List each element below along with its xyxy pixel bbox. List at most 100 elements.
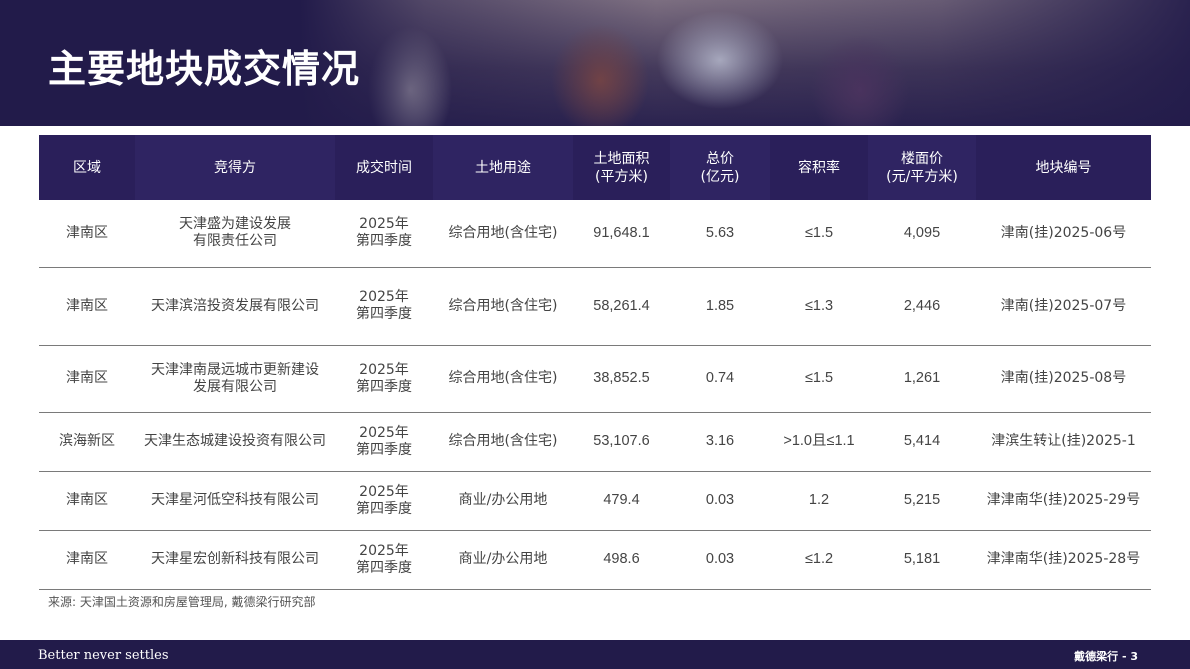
column-header-line: 土地面积 — [593, 150, 650, 167]
column-header: 容积率 — [770, 135, 868, 200]
column-header: 地块编号 — [976, 135, 1151, 200]
footer-slogan: Better never settles — [38, 648, 169, 663]
cell-winner: 天津星河低空科技有限公司 — [135, 471, 335, 531]
cell-line: 第四季度 — [356, 233, 412, 250]
cell-unit-price: 2,446 — [868, 267, 976, 346]
cell-area: 38,852.5 — [573, 345, 670, 413]
cell-area: 58,261.4 — [573, 267, 670, 346]
table-row: 滨海新区 天津生态城建设投资有限公司 2025年 第四季度 综合用地(含住宅) 53,10… — [39, 412, 1151, 472]
cell-area: 91,648.1 — [573, 200, 670, 268]
cell-price: 5.63 — [670, 200, 770, 268]
cell-use: 综合用地(含住宅) — [433, 200, 573, 268]
column-header: 土地面积 (平方米) — [573, 135, 670, 200]
column-header-line: 土地用途 — [475, 159, 531, 176]
column-header-line: 竞得方 — [214, 159, 256, 176]
cell-line: 有限责任公司 — [193, 233, 277, 250]
page-title: 主要地块成交情况 — [48, 47, 361, 91]
cell-line: 天津津南晟远城市更新建设 — [151, 361, 319, 378]
cell-unit-price: 5,181 — [868, 530, 976, 590]
cell-line: 第四季度 — [356, 500, 412, 517]
table-body: 津南区 天津盛为建设发展 有限责任公司 2025年 第四季度 综合用地(含住宅) 91,64… — [39, 200, 1151, 590]
column-header-line: 地块编号 — [1035, 159, 1092, 176]
column-header: 竞得方 — [135, 135, 335, 200]
cell-winner: 天津生态城建设投资有限公司 — [135, 412, 335, 472]
cell-line: 2025年 — [359, 424, 409, 441]
cell-line: 天津滨涪投资发展有限公司 — [151, 297, 319, 314]
cell-line: 天津星宏创新科技有限公司 — [151, 551, 319, 567]
cell-line: 2025年 — [359, 483, 409, 500]
cell-line: 第四季度 — [356, 378, 412, 395]
cell-line: 2025年 — [359, 289, 409, 305]
source-note: 来源: 天津国土资源和房屋管理局, 戴德梁行研究部 — [48, 595, 316, 609]
cell-time: 2025年 第四季度 — [335, 200, 433, 268]
cell-plot-id: 津津南华(挂)2025-29号 — [976, 471, 1151, 531]
cell-time: 2025年 第四季度 — [335, 471, 433, 531]
cell-price: 0.03 — [670, 530, 770, 590]
cell-line: 2025年 — [359, 542, 409, 559]
land-deals-table: 区域 竞得方 成交时间 土地用途 土地面积 (平方米) 总价 (亿元) 容积率 楼面价 (元/平方米… — [39, 135, 1151, 590]
table-row: 津南区 天津星宏创新科技有限公司 2025年 第四季度 商业/办公用地 498.6 0.03… — [39, 530, 1151, 590]
cell-far: ≤1.5 — [770, 345, 868, 413]
cell-time: 2025年 第四季度 — [335, 530, 433, 590]
table-row: 津南区 天津津南晟远城市更新建设 发展有限公司 2025年 第四季度 综合用地(含住宅) 3… — [39, 345, 1151, 413]
cell-winner: 天津津南晟远城市更新建设 发展有限公司 — [135, 345, 335, 413]
cell-district: 滨海新区 — [39, 412, 135, 472]
cell-area: 498.6 — [573, 530, 670, 590]
cell-use: 商业/办公用地 — [433, 471, 573, 531]
cell-winner: 天津星宏创新科技有限公司 — [135, 530, 335, 590]
footer-bar: Better never settles 戴德梁行 - 3 — [0, 640, 1190, 669]
land-deals-table-wrap: 区域 竞得方 成交时间 土地用途 土地面积 (平方米) 总价 (亿元) 容积率 楼面价 (元/平方米… — [39, 135, 1151, 590]
cell-area: 479.4 — [573, 471, 670, 531]
table-row: 津南区 天津星河低空科技有限公司 2025年 第四季度 商业/办公用地 479.4 0.03… — [39, 471, 1151, 531]
cell-time: 2025年 第四季度 — [335, 412, 433, 472]
cell-line: 发展有限公司 — [193, 378, 277, 395]
cell-time: 2025年 第四季度 — [335, 345, 433, 413]
column-header-line: (亿元) — [700, 168, 740, 185]
table-row: 津南区 天津滨涪投资发展有限公司 2025年 第四季度 综合用地(含住宅) 58,261.… — [39, 267, 1151, 346]
cell-unit-price: 5,414 — [868, 412, 976, 472]
cell-line: 天津星河低空科技有限公司 — [151, 492, 319, 508]
cell-line: 天津生态城建设投资有限公司 — [144, 433, 326, 449]
cell-use: 综合用地(含住宅) — [433, 345, 573, 413]
cell-use: 商业/办公用地 — [433, 530, 573, 590]
cell-line: 天津盛为建设发展 — [179, 216, 291, 233]
cell-district: 津南区 — [39, 471, 135, 531]
table-header-row: 区域 竞得方 成交时间 土地用途 土地面积 (平方米) 总价 (亿元) 容积率 楼面价 (元/平方米… — [39, 135, 1151, 200]
column-header: 成交时间 — [335, 135, 433, 200]
cell-plot-id: 津津南华(挂)2025-28号 — [976, 530, 1151, 590]
column-header-line: 容积率 — [798, 159, 840, 176]
cell-use: 综合用地(含住宅) — [433, 267, 573, 346]
cell-price: 0.74 — [670, 345, 770, 413]
cell-time: 2025年 第四季度 — [335, 267, 433, 346]
cell-plot-id: 津滨生转让(挂)2025-1 — [976, 412, 1151, 472]
header-photo — [300, 0, 1190, 126]
cell-line: 第四季度 — [356, 559, 412, 576]
cell-price: 3.16 — [670, 412, 770, 472]
cell-unit-price: 5,215 — [868, 471, 976, 531]
cell-far: ≤1.5 — [770, 200, 868, 268]
cell-line: 2025年 — [359, 216, 409, 233]
column-header-line: 总价 — [706, 150, 734, 167]
cell-winner: 天津盛为建设发展 有限责任公司 — [135, 200, 335, 268]
column-header-line: 区域 — [73, 159, 101, 176]
cell-winner: 天津滨涪投资发展有限公司 — [135, 267, 335, 346]
cell-line: 第四季度 — [356, 441, 412, 458]
column-header: 楼面价 (元/平方米) — [868, 135, 976, 200]
column-header-line: 成交时间 — [356, 159, 412, 176]
cell-far: 1.2 — [770, 471, 868, 531]
cell-district: 津南区 — [39, 267, 135, 346]
column-header: 土地用途 — [433, 135, 573, 200]
cell-use: 综合用地(含住宅) — [433, 412, 573, 472]
cell-unit-price: 4,095 — [868, 200, 976, 268]
cell-far: ≤1.2 — [770, 530, 868, 590]
cell-district: 津南区 — [39, 530, 135, 590]
column-header-line: (平方米) — [595, 168, 648, 185]
cell-far: >1.0且≤1.1 — [770, 412, 868, 472]
cell-area: 53,107.6 — [573, 412, 670, 472]
cell-district: 津南区 — [39, 200, 135, 268]
table-row: 津南区 天津盛为建设发展 有限责任公司 2025年 第四季度 综合用地(含住宅) 91,64… — [39, 200, 1151, 268]
footer-brand-page: 戴德梁行 - 3 — [1074, 650, 1138, 663]
cell-line: 2025年 — [359, 361, 409, 378]
cell-far: ≤1.3 — [770, 267, 868, 346]
table-header: 区域 竞得方 成交时间 土地用途 土地面积 (平方米) 总价 (亿元) 容积率 楼面价 (元/平方米… — [39, 135, 1151, 200]
